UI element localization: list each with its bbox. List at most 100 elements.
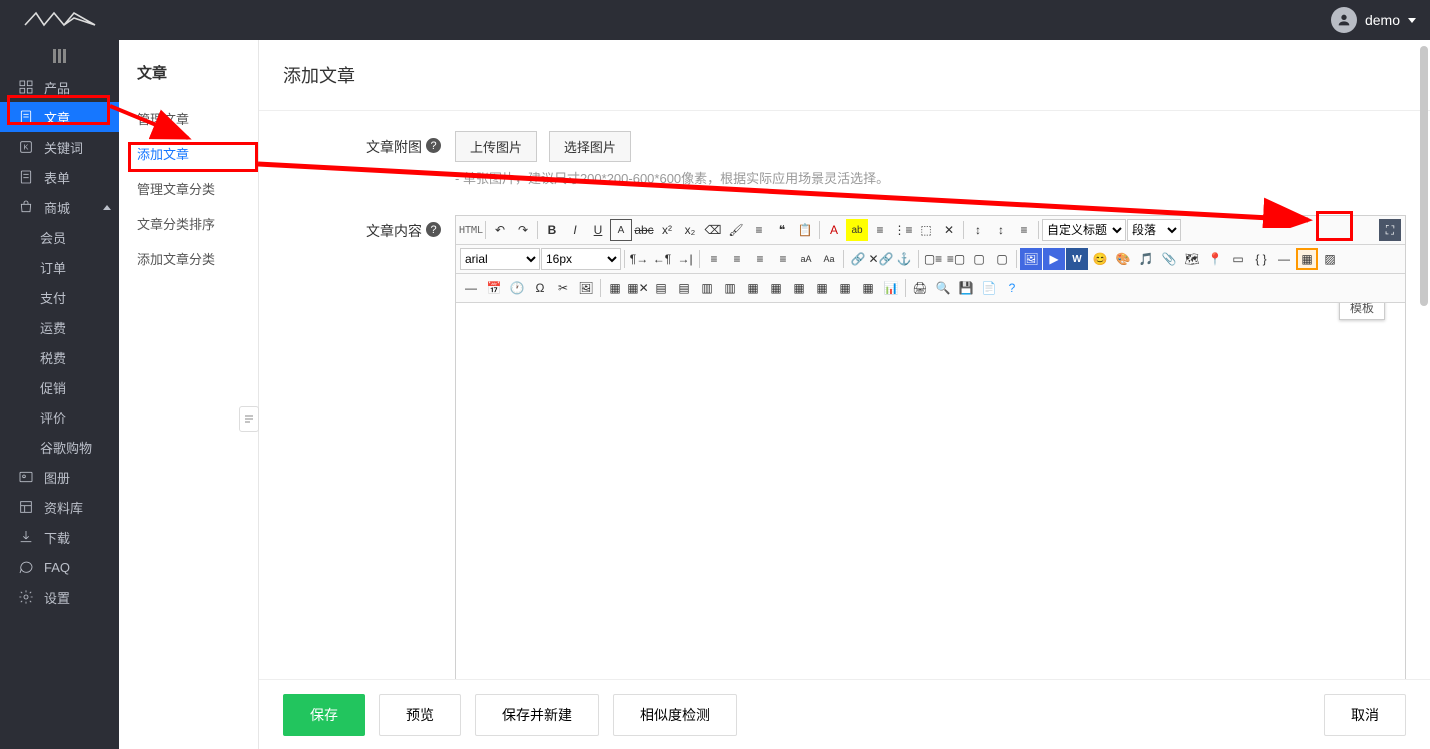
sidebar-item-14[interactable]: 资料库 (0, 492, 119, 522)
insert-ol-icon[interactable]: ≡ (869, 219, 891, 241)
sidebar-item-1[interactable]: 文章 (0, 102, 119, 132)
wordimage-icon[interactable]: 🖼 (575, 277, 597, 299)
print-icon[interactable]: 🖨 (909, 277, 931, 299)
similarity-button[interactable]: 相似度检测 (613, 694, 737, 736)
splitcols-icon[interactable]: ▦ (857, 277, 879, 299)
music-icon[interactable]: 🎵 (1135, 248, 1157, 270)
word-icon[interactable]: W (1066, 248, 1088, 270)
fontsize-select[interactable]: 16px (541, 248, 621, 270)
superscript-icon[interactable]: x² (656, 219, 678, 241)
blockquote-icon[interactable]: ❝ (771, 219, 793, 241)
submenu-item-1[interactable]: 添加文章 (119, 136, 258, 171)
scrawl-icon[interactable]: 🎨 (1112, 248, 1134, 270)
fontborder-icon[interactable]: A (610, 219, 632, 241)
help-icon[interactable]: ? (1001, 277, 1023, 299)
editor-textarea[interactable] (456, 303, 1405, 703)
pagebreak-icon[interactable]: ― (1273, 248, 1295, 270)
strikethrough-icon[interactable]: abc (633, 219, 655, 241)
forecolor-icon[interactable]: A (823, 219, 845, 241)
time-icon[interactable]: 🕐 (506, 277, 528, 299)
upload-image-button[interactable]: 上传图片 (455, 131, 537, 162)
sidebar-item-3[interactable]: 表单 (0, 162, 119, 192)
source-button[interactable]: HTML (460, 219, 482, 241)
help-icon[interactable]: ? (426, 222, 441, 237)
sidebar-item-2[interactable]: K关键词 (0, 132, 119, 162)
insert-ul-icon[interactable]: ⋮≡ (892, 219, 914, 241)
sidebar-item-15[interactable]: 下载 (0, 522, 119, 552)
img-right-icon[interactable]: ≡▢ (945, 248, 967, 270)
preview-icon[interactable]: 📄 (978, 277, 1000, 299)
subscript-icon[interactable]: x₂ (679, 219, 701, 241)
insertrow-icon[interactable]: ▤ (650, 277, 672, 299)
sidebar-item-16[interactable]: FAQ (0, 552, 119, 582)
map-icon[interactable]: 🗺 (1181, 248, 1203, 270)
paragraph-select[interactable]: 段落 (1127, 219, 1181, 241)
scrollbar-thumb[interactable] (1420, 46, 1428, 306)
background-icon[interactable]: ▨ (1319, 248, 1341, 270)
sidebar-item-10[interactable]: 促销 (0, 372, 119, 402)
align-justify-icon[interactable]: ≡ (772, 248, 794, 270)
insertcol-icon[interactable]: ▥ (696, 277, 718, 299)
img-none-icon[interactable]: ▢ (991, 248, 1013, 270)
deltable-icon[interactable]: ▦✕ (627, 277, 649, 299)
sidebar-item-13[interactable]: 图册 (0, 462, 119, 492)
formatmatch-icon[interactable]: 🖌 (725, 219, 747, 241)
hr-icon[interactable]: ― (460, 277, 482, 299)
frame-icon[interactable]: ▭ (1227, 248, 1249, 270)
help-icon[interactable]: ? (426, 138, 441, 153)
sidebar-item-4[interactable]: 商城 (0, 192, 119, 222)
code-icon[interactable]: { } (1250, 248, 1272, 270)
submenu-item-4[interactable]: 添加文章分类 (119, 241, 258, 276)
drafts-icon[interactable]: 💾 (955, 277, 977, 299)
submenu-toggle[interactable] (239, 406, 259, 432)
charts-icon[interactable]: 📊 (880, 277, 902, 299)
align-left-icon[interactable]: ≡ (703, 248, 725, 270)
rowspacing-top-icon[interactable]: ↕ (967, 219, 989, 241)
pasteplain-icon[interactable]: 📋 (794, 219, 816, 241)
img-center-icon[interactable]: ▢ (968, 248, 990, 270)
removeformat-icon[interactable]: ⌫ (702, 219, 724, 241)
mergecells-icon[interactable]: ▦ (742, 277, 764, 299)
attach-icon[interactable]: 📎 (1158, 248, 1180, 270)
selectall-icon[interactable]: ⬚ (915, 219, 937, 241)
sidebar-item-11[interactable]: 评价 (0, 402, 119, 432)
sidebar-item-17[interactable]: 设置 (0, 582, 119, 612)
fontfamily-select[interactable]: arial (460, 248, 540, 270)
indent-icon[interactable]: →| (674, 248, 696, 270)
fullscreen-icon[interactable]: ⛶ (1379, 219, 1401, 241)
mergedown-icon[interactable]: ▦ (788, 277, 810, 299)
custom-heading-select[interactable]: 自定义标题 (1042, 219, 1126, 241)
cancel-button[interactable]: 取消 (1324, 694, 1406, 736)
sidebar-collapse[interactable] (0, 40, 119, 72)
link-icon[interactable]: 🔗 (847, 248, 869, 270)
italic-icon[interactable]: I (564, 219, 586, 241)
touppercase-icon[interactable]: aA (795, 248, 817, 270)
align-right-icon[interactable]: ≡ (749, 248, 771, 270)
template-icon[interactable]: ▦ (1296, 248, 1318, 270)
backcolor-icon[interactable]: ab (846, 219, 868, 241)
unlink-icon[interactable]: ✕🔗 (870, 248, 892, 270)
emotion-icon[interactable]: 😊 (1089, 248, 1111, 270)
cleardoc-icon[interactable]: ✕ (938, 219, 960, 241)
underline-icon[interactable]: U (587, 219, 609, 241)
submenu-item-2[interactable]: 管理文章分类 (119, 171, 258, 206)
sidebar-item-9[interactable]: 税费 (0, 342, 119, 372)
tolowercase-icon[interactable]: Aa (818, 248, 840, 270)
splitrows-icon[interactable]: ▦ (834, 277, 856, 299)
insertvideo-icon[interactable]: ▶ (1043, 248, 1065, 270)
redo-icon[interactable]: ↷ (512, 219, 534, 241)
date-icon[interactable]: 📅 (483, 277, 505, 299)
snapscreen-icon[interactable]: ✂ (552, 277, 574, 299)
sidebar-item-0[interactable]: 产品 (0, 72, 119, 102)
mergeright-icon[interactable]: ▦ (765, 277, 787, 299)
save-and-new-button[interactable]: 保存并新建 (475, 694, 599, 736)
sidebar-item-8[interactable]: 运费 (0, 312, 119, 342)
searchreplace-icon[interactable]: 🔍 (932, 277, 954, 299)
choose-image-button[interactable]: 选择图片 (549, 131, 631, 162)
sidebar-item-12[interactable]: 谷歌购物 (0, 432, 119, 462)
delrow-icon[interactable]: ▤ (673, 277, 695, 299)
anchor-icon[interactable]: ⚓ (893, 248, 915, 270)
autotypeset-icon[interactable]: ≡ (748, 219, 770, 241)
save-button[interactable]: 保存 (283, 694, 365, 736)
rowspacing-bottom-icon[interactable]: ↕ (990, 219, 1012, 241)
